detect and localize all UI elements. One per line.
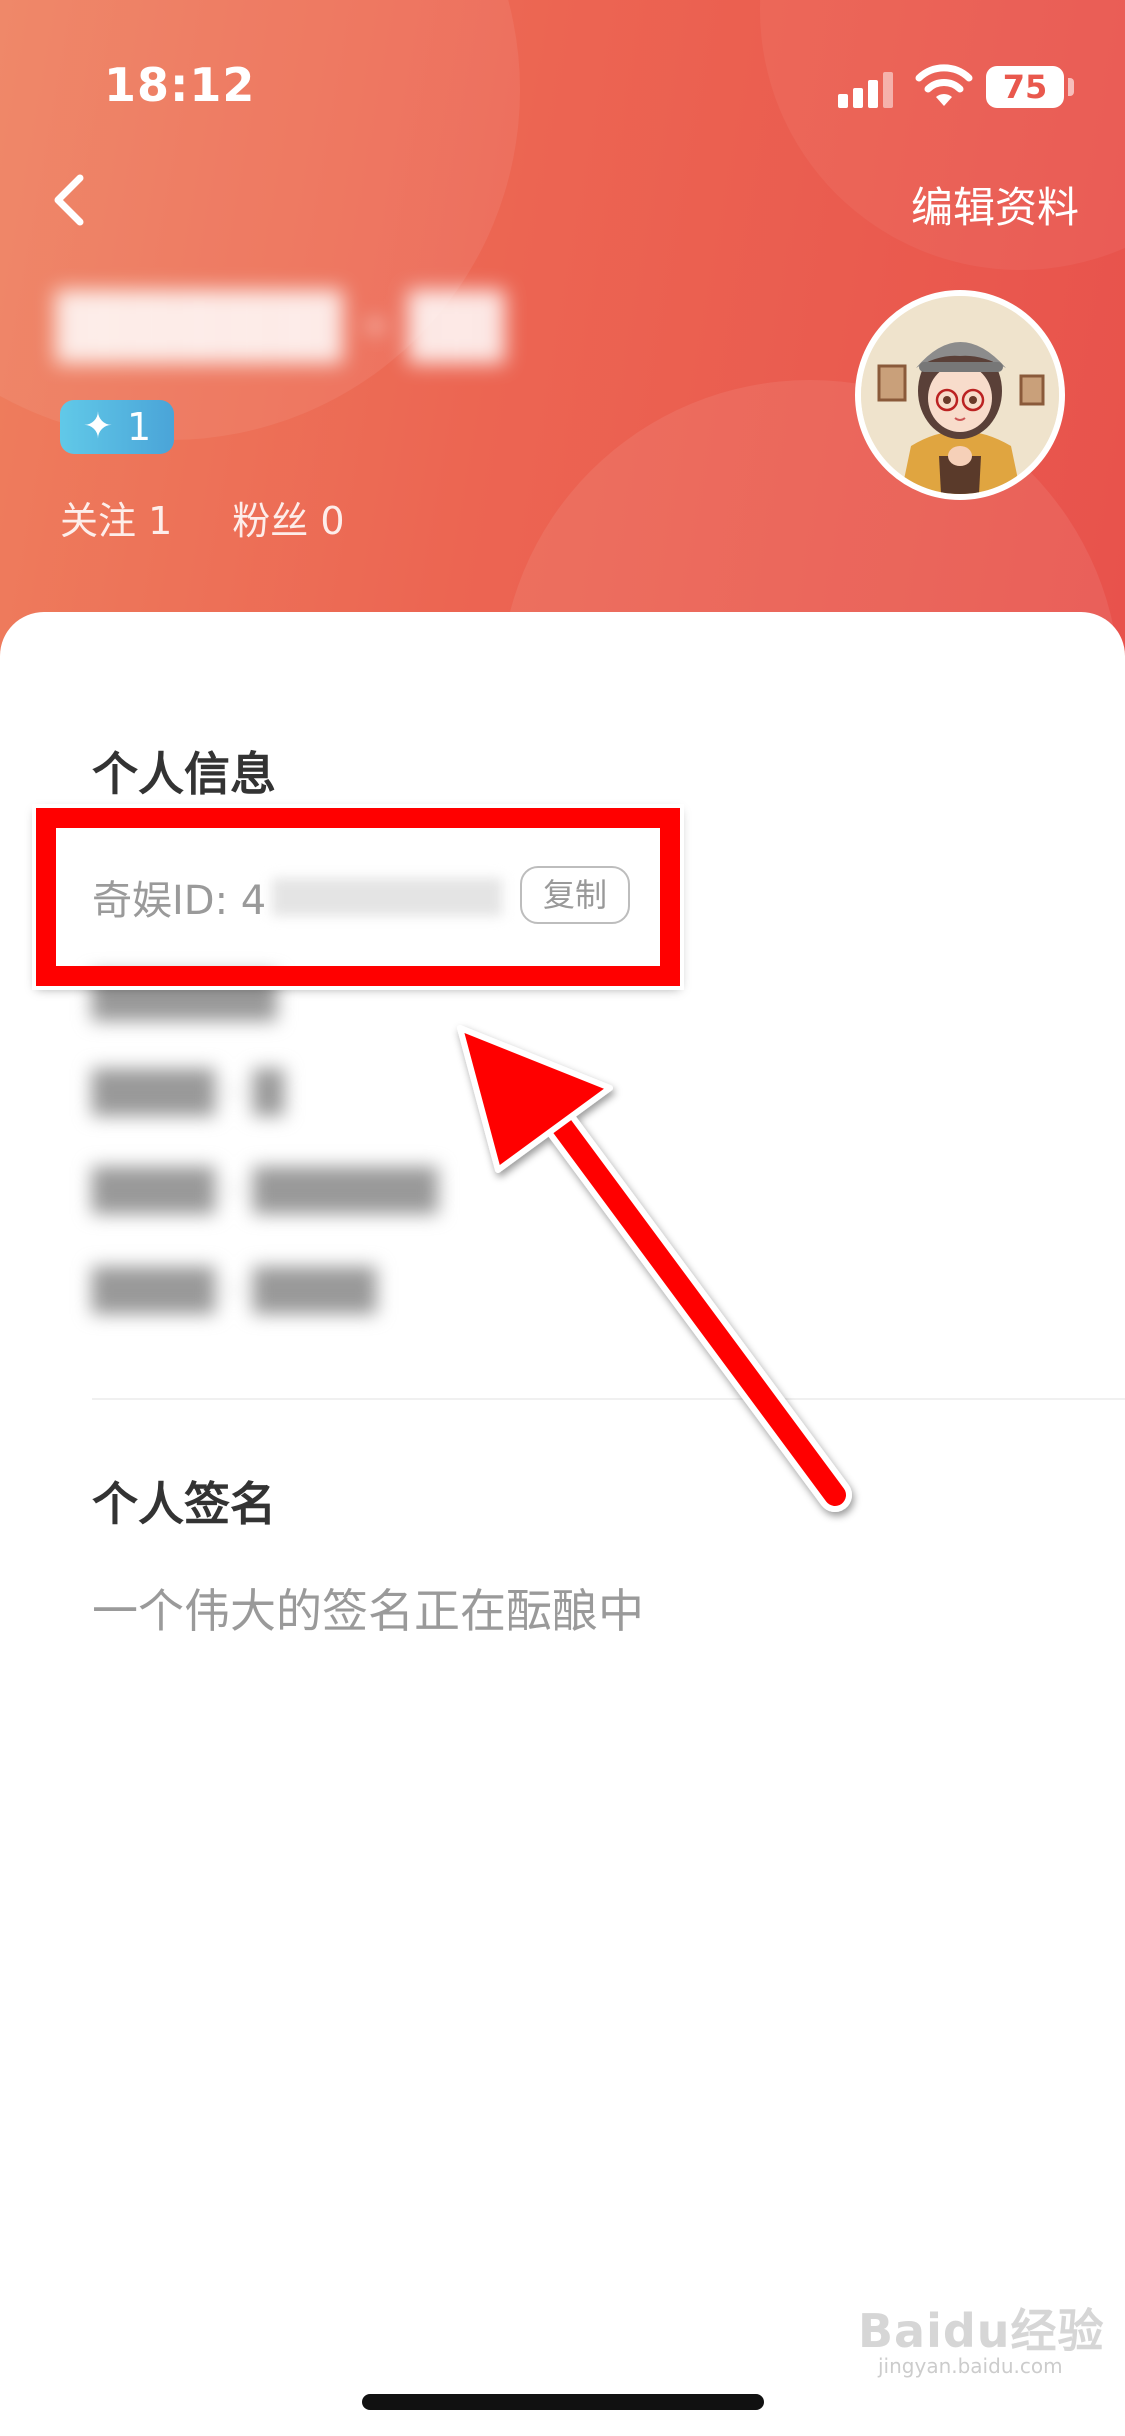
- arrow-annotation-icon: [457, 1025, 852, 1512]
- info-row-blurred: ████ · ████: [92, 1268, 377, 1314]
- level-number: 1: [126, 405, 152, 449]
- personal-info-title: 个人信息: [92, 747, 276, 801]
- username: ██████ · ██: [56, 290, 505, 363]
- profile-stats: 关注 1 粉丝 0: [60, 490, 345, 545]
- cellular-signal-icon: [838, 70, 896, 108]
- info-row-blurred: ████ · █: [92, 1070, 284, 1116]
- fans-count[interactable]: 粉丝 0: [232, 490, 344, 545]
- status-time: 18:12: [104, 58, 256, 112]
- avatar-illustration: [861, 296, 1059, 494]
- avatar[interactable]: [855, 290, 1065, 500]
- sparkle-icon: ✦: [82, 406, 113, 447]
- battery-indicator: 75: [986, 66, 1064, 108]
- wifi-icon: [915, 64, 973, 106]
- signature-title: 个人签名: [92, 1477, 276, 1531]
- info-row-blurred: ████ · ██████: [92, 1168, 438, 1214]
- watermark-url: jingyan.baidu.com: [878, 2354, 1063, 2378]
- back-button[interactable]: [40, 160, 100, 240]
- level-badge[interactable]: ✦ 1: [60, 400, 174, 454]
- watermark-logo: Baidu经验: [858, 2304, 1105, 2358]
- battery-nub: [1068, 78, 1074, 96]
- signature-text: 一个伟大的签名正在酝酿中: [92, 1584, 644, 1638]
- edit-profile-button[interactable]: 编辑资料: [911, 174, 1079, 235]
- follow-count[interactable]: 关注 1: [60, 490, 172, 545]
- highlight-annotation-box: [36, 808, 680, 986]
- profile-page: 18:12 75 编辑资料 ██████ · ██ ✦ 1 关注 1 粉丝 0: [0, 0, 1125, 2436]
- home-indicator[interactable]: [362, 2394, 764, 2410]
